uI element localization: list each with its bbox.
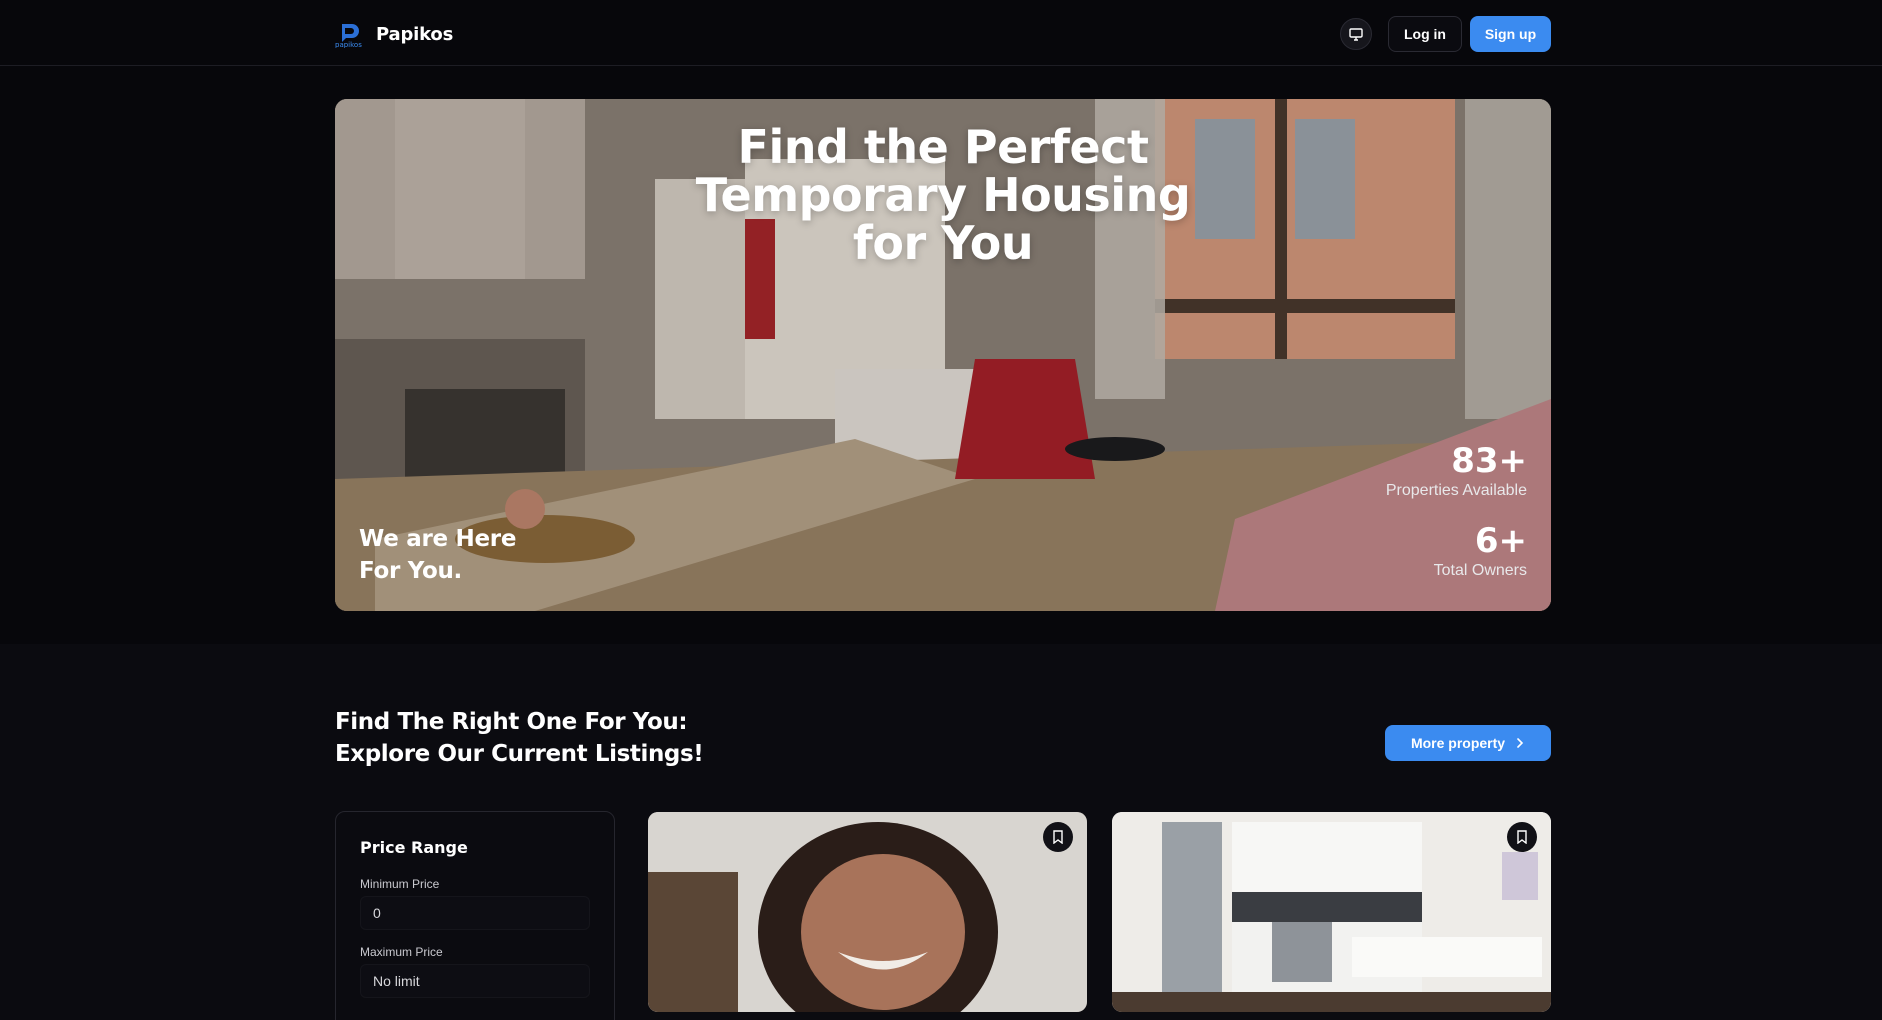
- hero-section: Find the Perfect Temporary Housing for Y…: [0, 66, 1882, 644]
- monitor-icon: [1349, 28, 1363, 41]
- site-header: papikos Papikos Log in Sign up: [0, 0, 1882, 66]
- property-photo: [1112, 812, 1551, 1012]
- stat-label: Total Owners: [1433, 562, 1527, 579]
- more-property-label: More property: [1410, 735, 1506, 751]
- hero-tagline: We are Here For You.: [359, 526, 517, 584]
- listings-heading-line-1: Find The Right One For You:: [335, 709, 688, 735]
- stat-value: 6+: [1474, 521, 1527, 561]
- property-photo: [648, 812, 1087, 1012]
- min-price-input[interactable]: [360, 896, 590, 930]
- stat-value: 83+: [1451, 441, 1527, 481]
- more-property-button[interactable]: More property: [1385, 725, 1551, 761]
- property-card[interactable]: [648, 812, 1087, 1012]
- chevron-right-icon: [1517, 738, 1524, 748]
- stat-owners: 6+ Total Owners: [1434, 521, 1527, 581]
- min-price-label: Minimum Price: [360, 877, 440, 891]
- bookmark-button[interactable]: [1043, 822, 1073, 852]
- filter-title: Price Range: [360, 838, 468, 857]
- hero-title: Find the Perfect Temporary Housing for Y…: [695, 120, 1191, 270]
- listings-heading: Find The Right One For You: Explore Our …: [335, 706, 704, 770]
- hero-banner: Find the Perfect Temporary Housing for Y…: [335, 99, 1551, 611]
- stat-label: Properties Available: [1385, 482, 1527, 499]
- stat-properties: 83+ Properties Available: [1386, 441, 1527, 501]
- property-card[interactable]: [1112, 812, 1551, 1012]
- brand-logo[interactable]: papikos Papikos: [334, 20, 454, 50]
- signup-button[interactable]: Sign up: [1470, 16, 1551, 52]
- logo-subtext: papikos: [335, 41, 362, 48]
- max-price-label: Maximum Price: [360, 945, 443, 959]
- price-filter-panel: Price Range Minimum Price Maximum Price: [335, 811, 615, 1020]
- bookmark-icon: [1053, 830, 1063, 844]
- brand-name: Papikos: [376, 23, 454, 45]
- bookmark-icon: [1517, 830, 1527, 844]
- papikos-logo-icon: papikos: [334, 20, 368, 49]
- max-price-input[interactable]: [360, 964, 590, 998]
- login-button[interactable]: Log in: [1388, 16, 1462, 52]
- theme-toggle-button[interactable]: [1340, 18, 1372, 50]
- bookmark-button[interactable]: [1507, 822, 1537, 852]
- listings-heading-line-2: Explore Our Current Listings!: [335, 741, 704, 767]
